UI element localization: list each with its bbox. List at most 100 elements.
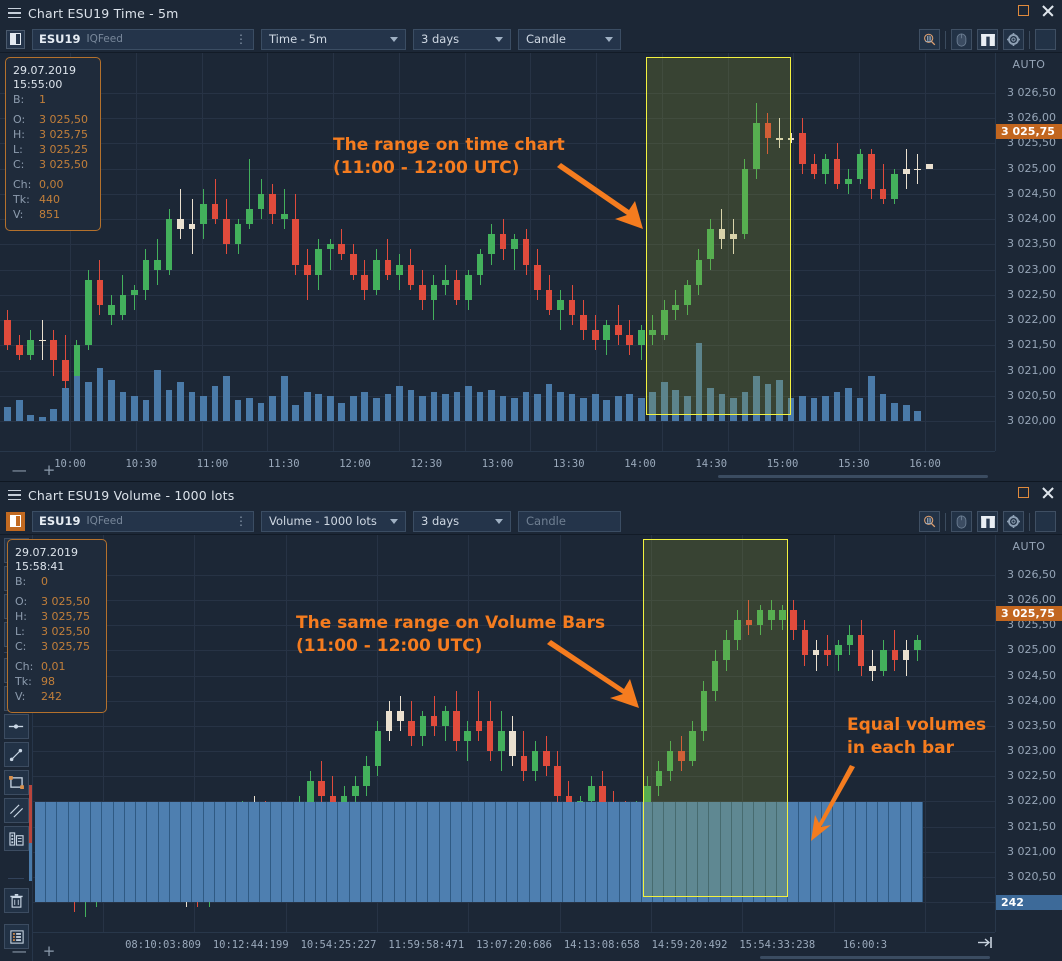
price-axis-mode[interactable]: AUTO: [996, 535, 1062, 553]
info-row-value: 3 025,75: [39, 128, 88, 141]
candle-body: [557, 299, 564, 310]
candle-body: [488, 234, 495, 255]
volume-bar: [211, 386, 219, 421]
volume-bar: [131, 396, 138, 421]
candlestick: [531, 741, 539, 782]
horizontal-scrollbar[interactable]: [760, 956, 990, 959]
candlestick: [396, 254, 403, 290]
chevron-down-icon: [495, 518, 503, 524]
mouse-icon[interactable]: [951, 29, 972, 50]
candlestick: [925, 163, 933, 169]
symbol-input[interactable]: ESU19 IQFeed ⋮: [32, 510, 254, 532]
candlestick: [543, 735, 550, 777]
gear-icon[interactable]: [1003, 29, 1024, 50]
interval-select[interactable]: Time - 5m: [261, 28, 406, 50]
symbol-input[interactable]: ESU19 IQFeed ⋮: [32, 28, 254, 50]
trash-icon[interactable]: [4, 888, 29, 913]
maximize-icon[interactable]: [1018, 487, 1029, 498]
candlestick: [891, 630, 899, 671]
magnifier-icon[interactable]: [919, 511, 940, 532]
info-row: L: 3 025,25: [13, 142, 91, 157]
zoom-out-button[interactable]: —: [12, 461, 27, 479]
hamburger-icon[interactable]: [8, 7, 21, 19]
symbol-menu-icon[interactable]: ⋮: [235, 33, 247, 45]
annotation2-line-1: Equal volumes: [847, 715, 987, 735]
candle-body: [857, 635, 865, 666]
mouse-icon[interactable]: [951, 511, 972, 532]
sidebar-accent-blue: [29, 843, 32, 881]
price-axis-mode[interactable]: AUTO: [996, 53, 1062, 71]
candle-body: [475, 720, 483, 731]
interval-select[interactable]: Volume - 1000 lots: [261, 510, 406, 532]
candle-body: [925, 163, 933, 169]
range-highlight-box[interactable]: [643, 539, 788, 897]
panel-toggle-icon[interactable]: [1035, 511, 1056, 532]
candlestick: [419, 710, 427, 747]
volume-bar: [407, 390, 415, 421]
zoom-out-button[interactable]: —: [12, 942, 27, 960]
parallel-lines-icon[interactable]: [3, 798, 29, 823]
time-tick: 14:59:20:492: [651, 939, 728, 951]
zoom-in-button[interactable]: +: [43, 942, 56, 960]
price-tick: 3 022,50: [1007, 769, 1056, 783]
columns-icon[interactable]: [977, 29, 998, 50]
style-select[interactable]: Candle: [518, 28, 621, 50]
info-stats-rows: Ch: 0,01 Tk: 98 V: 242: [15, 659, 97, 704]
text-note-icon[interactable]: [3, 826, 29, 851]
horizontal-scrollbar[interactable]: [718, 475, 988, 478]
range-highlight-box[interactable]: [646, 57, 791, 415]
candlestick: [430, 695, 438, 736]
maximize-icon[interactable]: [1018, 5, 1029, 16]
volume-bar: [866, 802, 879, 902]
horizontal-line-icon[interactable]: [3, 714, 29, 739]
candle-body: [246, 209, 253, 225]
period-select[interactable]: 3 days: [413, 28, 511, 50]
zoom-in-button[interactable]: +: [43, 461, 56, 479]
segment-icon[interactable]: [3, 742, 29, 767]
candle-body: [373, 259, 380, 290]
plot-area-time[interactable]: [0, 53, 995, 451]
candlestick: [442, 264, 449, 295]
chart-panel-time: Chart ESU19 Time - 5m ESU19 IQFeed ⋮ Tim…: [0, 0, 1062, 481]
candle-body: [419, 715, 427, 736]
close-icon[interactable]: [1041, 4, 1054, 17]
period-select[interactable]: 3 days: [413, 510, 511, 532]
gridline-horizontal: [0, 421, 995, 422]
columns-icon[interactable]: [977, 511, 998, 532]
symbol-menu-icon[interactable]: ⋮: [235, 515, 247, 527]
chart-canvas-time[interactable]: 29.07.2019 15:55:00 B: 1 O: 3 025,50 H: 3 02…: [0, 53, 1062, 481]
info-row-value: 851: [39, 208, 60, 221]
volume-bar: [124, 802, 137, 902]
layout-icon[interactable]: [6, 29, 25, 49]
candle-body: [442, 279, 449, 285]
volume-bar: [349, 396, 357, 421]
info-bar-label: B:: [15, 575, 27, 588]
info-row: Ch: 0,01: [15, 659, 97, 674]
info-bar-value: 1: [39, 93, 46, 106]
hamburger-icon[interactable]: [8, 489, 21, 501]
candlestick: [165, 209, 173, 275]
chart-canvas-volume[interactable]: 29.07.2019 15:58:41 B: 0 O: 3 025,50 H: 3 02…: [0, 535, 1062, 961]
goto-end-icon[interactable]: [978, 936, 993, 949]
rectangle-icon[interactable]: [3, 770, 29, 795]
layout-icon[interactable]: [6, 511, 25, 531]
volume-bar: [303, 392, 311, 421]
current-volume-badge: 242: [996, 895, 1062, 910]
close-icon[interactable]: [1041, 486, 1054, 499]
candlestick: [880, 640, 887, 676]
style-select[interactable]: Candle: [518, 510, 621, 532]
volume-bar: [788, 802, 800, 902]
volume-bar: [38, 416, 46, 421]
price-tick: 3 025,00: [1007, 643, 1056, 657]
candlestick: [374, 720, 382, 777]
gear-icon[interactable]: [1003, 511, 1024, 532]
candle-body: [499, 234, 507, 250]
panel-toggle-icon[interactable]: [1035, 29, 1056, 50]
interval-value: Time - 5m: [269, 32, 328, 46]
price-axis-time[interactable]: AUTO 3 026,50 3 026,00 3 025,50 3 025,00 3 0…: [995, 53, 1062, 451]
volume-bar: [499, 396, 507, 421]
magnifier-icon[interactable]: [919, 29, 940, 50]
price-axis-volume[interactable]: AUTO 3 026,50 3 026,00 3 025,50 3 025,00 3 0…: [995, 535, 1062, 932]
divider: [8, 878, 24, 879]
gridline-horizontal: [33, 700, 995, 702]
